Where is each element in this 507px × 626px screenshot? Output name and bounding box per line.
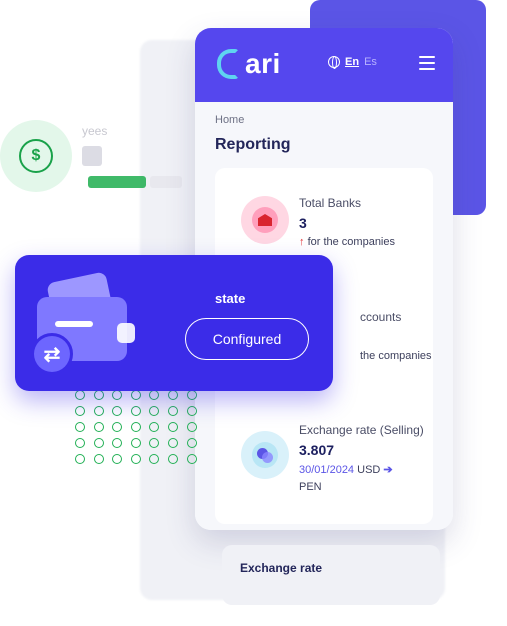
exchange-rate-card-title: Exchange rate bbox=[240, 561, 323, 575]
hamburger-menu-icon[interactable] bbox=[419, 56, 435, 70]
arrow-right-icon: ➔ bbox=[383, 464, 393, 476]
list-item-total-banks: Total Banks 3 ↑ for the companies bbox=[241, 196, 395, 248]
exchange-icon bbox=[241, 431, 289, 479]
currency-to: PEN bbox=[299, 481, 322, 493]
item-sub: 30/01/2024 USD ➔ bbox=[299, 463, 424, 476]
exchange-date: 30/01/2024 bbox=[299, 464, 355, 476]
app-logo[interactable]: ari bbox=[217, 48, 281, 80]
state-label: state bbox=[215, 291, 246, 306]
item-label: Exchange rate (Selling) bbox=[299, 423, 424, 437]
breadcrumb[interactable]: Home bbox=[215, 114, 433, 126]
arrow-up-icon: ↑ bbox=[299, 236, 305, 248]
item-label: ccounts bbox=[360, 310, 402, 324]
list-item-accounts: ccounts the companies bbox=[350, 310, 432, 362]
lang-en[interactable]: En bbox=[345, 56, 359, 68]
wallet-icon: ⇄ bbox=[31, 271, 147, 375]
item-value: 3 bbox=[299, 215, 307, 231]
app-header: ari En Es bbox=[195, 28, 453, 102]
logo-mark-icon bbox=[217, 49, 239, 79]
currency-from: USD bbox=[357, 464, 381, 476]
employees-placeholder bbox=[82, 146, 102, 166]
configured-button[interactable]: Configured bbox=[185, 318, 309, 360]
language-switcher: En Es bbox=[328, 56, 377, 69]
state-card: ⇄ state Configured bbox=[15, 255, 333, 391]
employees-text: yees bbox=[82, 124, 108, 138]
employees-status-bar bbox=[88, 176, 146, 188]
lang-es[interactable]: Es bbox=[364, 56, 377, 68]
logo-text: ari bbox=[245, 48, 281, 79]
item-value: 3.807 bbox=[299, 442, 335, 458]
swap-icon: ⇄ bbox=[31, 333, 73, 375]
bank-icon bbox=[241, 196, 289, 244]
item-label: Total Banks bbox=[299, 196, 362, 210]
employees-avatar: $ bbox=[0, 120, 72, 192]
employees-gray-bar bbox=[150, 176, 182, 188]
dollar-refund-icon: $ bbox=[19, 139, 53, 173]
exchange-rate-card: Exchange rate bbox=[222, 545, 440, 605]
item-sub: the companies bbox=[360, 350, 432, 362]
decor-dots-grid bbox=[75, 390, 205, 464]
item-sub: ↑ for the companies bbox=[299, 236, 395, 248]
globe-icon bbox=[328, 56, 340, 69]
page-title: Reporting bbox=[215, 136, 291, 153]
list-item-exchange-rate: Exchange rate (Selling) 3.807 30/01/2024… bbox=[241, 423, 424, 493]
